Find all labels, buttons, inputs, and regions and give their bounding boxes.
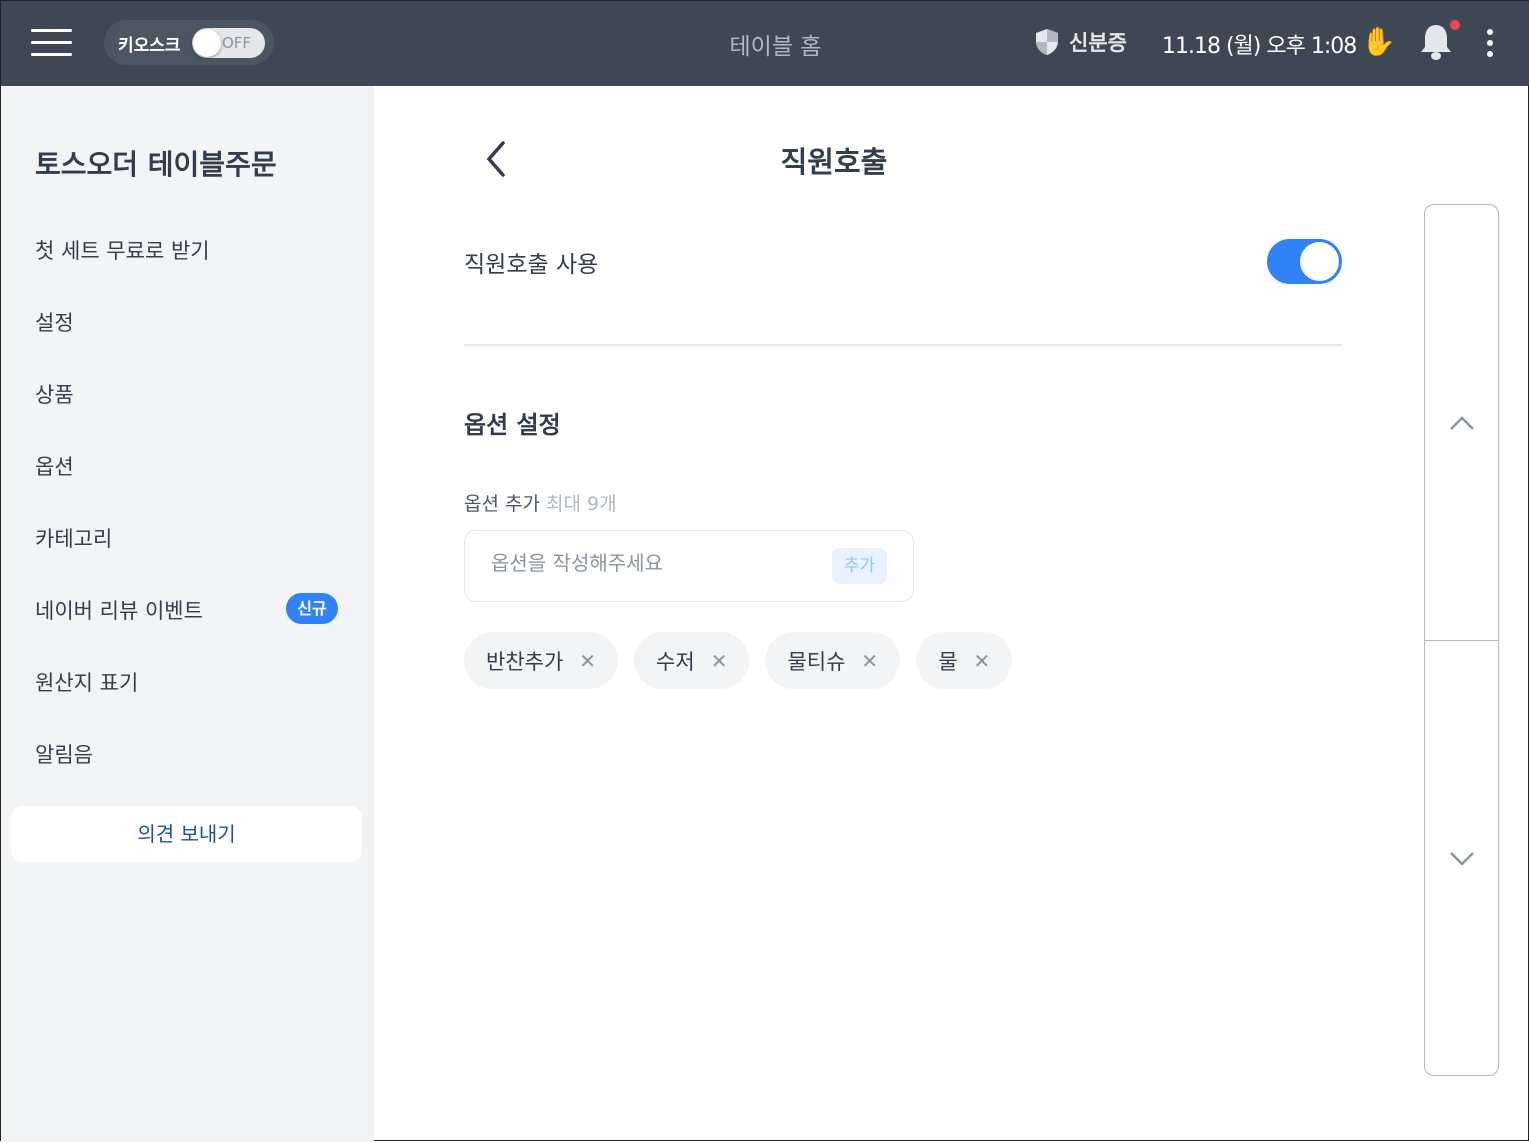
add-button[interactable]: 추가 <box>832 548 887 584</box>
more-icon[interactable] <box>1487 29 1495 62</box>
chip-label: 물티슈 <box>787 649 846 674</box>
new-badge: 신규 <box>286 593 338 624</box>
chip-label: 물 <box>938 649 958 674</box>
feedback-button[interactable]: 의견 보내기 <box>11 806 362 862</box>
sidebar-item-origin[interactable]: 원산지 표기 <box>35 667 138 697</box>
section-title: 옵션 설정 <box>464 411 561 439</box>
sidebar-item-category[interactable]: 카테고리 <box>35 523 112 553</box>
remove-icon[interactable]: ✕ <box>974 649 991 673</box>
shield-icon <box>1036 29 1058 55</box>
sidebar-item-settings[interactable]: 설정 <box>35 307 74 337</box>
bell-icon[interactable] <box>1419 23 1453 61</box>
option-chip: 반찬추가 ✕ <box>464 632 619 689</box>
option-chip: 물티슈 ✕ <box>765 632 901 689</box>
brand-title: 토스오더 테이블주문 <box>35 148 277 181</box>
option-chip: 물 ✕ <box>916 632 1013 689</box>
scroll-up-button[interactable] <box>1425 205 1498 640</box>
sidebar-item-options[interactable]: 옵션 <box>35 451 74 481</box>
back-icon[interactable] <box>483 139 509 179</box>
sidebar: 토스오더 테이블주문 첫 세트 무료로 받기 설정 상품 옵션 카테고리 네이버… <box>1 86 374 1142</box>
id-card-label: 신분증 <box>1069 31 1127 55</box>
chevron-down-icon <box>1449 851 1474 866</box>
top-bar: 키오스크 OFF 테이블 홈 신분증 11.18 (월) 오후 1:08 ✋ <box>1 1 1529 86</box>
add-label: 옵션 추가 <box>464 493 540 515</box>
id-card-button[interactable]: 신분증 <box>1035 27 1127 57</box>
page-title: 직원호출 <box>780 145 888 179</box>
chip-label: 반찬추가 <box>486 649 564 674</box>
chevron-up-icon <box>1449 415 1474 430</box>
sidebar-item-products[interactable]: 상품 <box>35 379 74 409</box>
notification-dot <box>1450 20 1460 30</box>
staff-call-hand-icon[interactable]: ✋ <box>1361 25 1396 58</box>
remove-icon[interactable]: ✕ <box>579 649 596 673</box>
scroll-control <box>1424 204 1499 1076</box>
option-input[interactable] <box>491 551 821 575</box>
remove-icon[interactable]: ✕ <box>711 649 728 673</box>
chip-label: 수저 <box>656 649 695 674</box>
option-chip: 수저 ✕ <box>634 632 750 689</box>
remove-icon[interactable]: ✕ <box>861 649 878 673</box>
staff-call-use-label: 직원호출 사용 <box>464 252 599 278</box>
datetime: 11.18 (월) 오후 1:08 <box>1162 34 1357 59</box>
option-input-box: 추가 <box>464 530 914 602</box>
add-option-label: 옵션 추가 최대 9개 <box>464 489 617 516</box>
option-chips: 반찬추가 ✕ 수저 ✕ 물티슈 ✕ 물 ✕ <box>464 632 1013 689</box>
staff-call-toggle[interactable] <box>1267 239 1342 284</box>
scroll-down-button[interactable] <box>1425 641 1498 1076</box>
sidebar-item-free-set[interactable]: 첫 세트 무료로 받기 <box>35 235 210 265</box>
divider <box>464 344 1342 346</box>
sidebar-item-sound[interactable]: 알림음 <box>35 739 93 769</box>
max-hint: 최대 9개 <box>546 493 617 515</box>
sidebar-item-naver-review[interactable]: 네이버 리뷰 이벤트 <box>35 595 203 625</box>
